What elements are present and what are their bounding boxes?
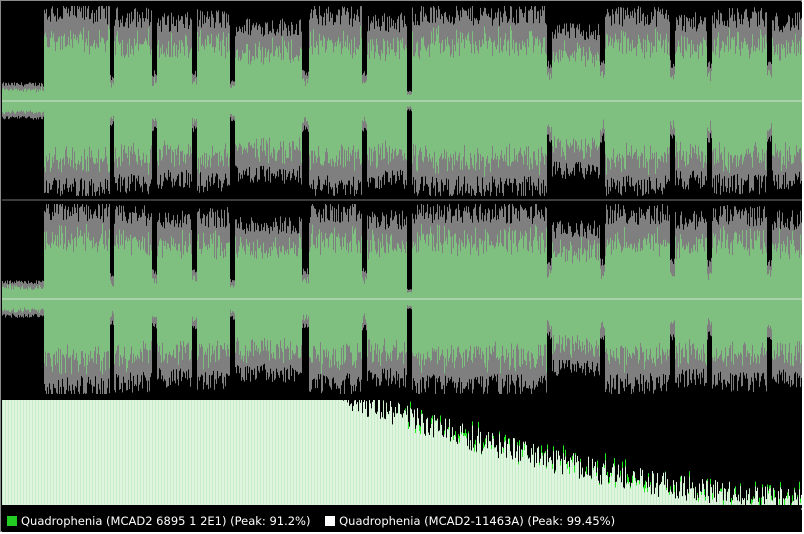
legend-label-1: Quadrophenia (MCAD2 6895 1 2E1) (Peak: 9…: [21, 514, 311, 528]
legend-entry-2: Quadrophenia (MCAD2-11463A) (Peak: 99.45…: [325, 510, 615, 532]
waveform-visualization: [2, 2, 802, 508]
legend-label-2: Quadrophenia (MCAD2-11463A) (Peak: 99.45…: [339, 514, 616, 528]
waveform-comparison-window: Quadrophenia (MCAD2 6895 1 2E1) (Peak: 9…: [0, 0, 802, 532]
legend-swatch-white: [325, 516, 336, 526]
legend-entry-1: Quadrophenia (MCAD2 6895 1 2E1) (Peak: 9…: [7, 510, 310, 532]
legend-bar: Quadrophenia (MCAD2 6895 1 2E1) (Peak: 9…: [2, 510, 802, 532]
legend-swatch-green: [7, 516, 17, 526]
